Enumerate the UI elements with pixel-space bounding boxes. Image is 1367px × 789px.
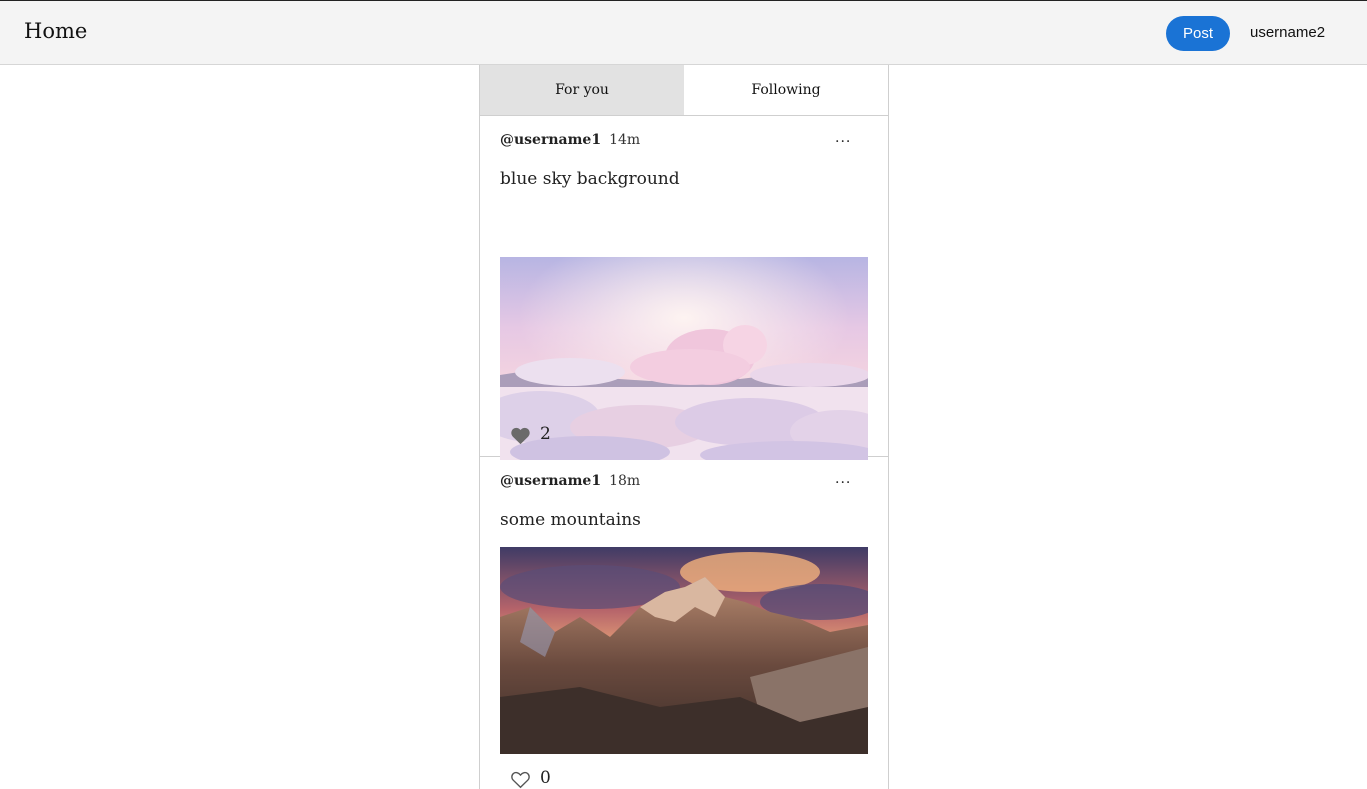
tab-for-you[interactable]: For you xyxy=(480,65,684,115)
post-more-options-button[interactable]: ... xyxy=(835,471,851,487)
post-author-handle[interactable]: @username1 xyxy=(500,473,601,489)
post-timestamp: 14m xyxy=(609,132,641,148)
top-nav-bar: Home Post username2 xyxy=(0,0,1367,65)
post-image-clouds xyxy=(500,257,868,460)
post-text: blue sky background xyxy=(500,169,680,189)
post-timestamp: 18m xyxy=(609,473,641,489)
post-meta: @username1 18m xyxy=(500,473,640,489)
current-username[interactable]: username2 xyxy=(1250,24,1325,41)
tab-following[interactable]: Following xyxy=(684,65,888,115)
post-card: @username1 18m ... some mountains 0 xyxy=(480,457,888,789)
heart-filled-icon xyxy=(511,427,530,445)
feed-column: For you Following @username1 14m ... blue… xyxy=(479,65,889,789)
post-button[interactable]: Post xyxy=(1166,16,1230,51)
heart-outline-icon xyxy=(511,771,530,789)
like-button[interactable] xyxy=(510,770,531,789)
like-button[interactable] xyxy=(510,426,531,445)
post-text: some mountains xyxy=(500,510,641,530)
page-title[interactable]: Home xyxy=(24,19,87,43)
like-count: 0 xyxy=(540,768,551,788)
post-author-handle[interactable]: @username1 xyxy=(500,132,601,148)
post-meta: @username1 14m xyxy=(500,132,640,148)
post-card: @username1 14m ... blue sky background 2 xyxy=(480,116,888,460)
like-count: 2 xyxy=(540,424,551,444)
feed-tabs: For you Following xyxy=(480,65,888,116)
post-more-options-button[interactable]: ... xyxy=(835,130,851,146)
post-image-mountains xyxy=(500,547,868,754)
